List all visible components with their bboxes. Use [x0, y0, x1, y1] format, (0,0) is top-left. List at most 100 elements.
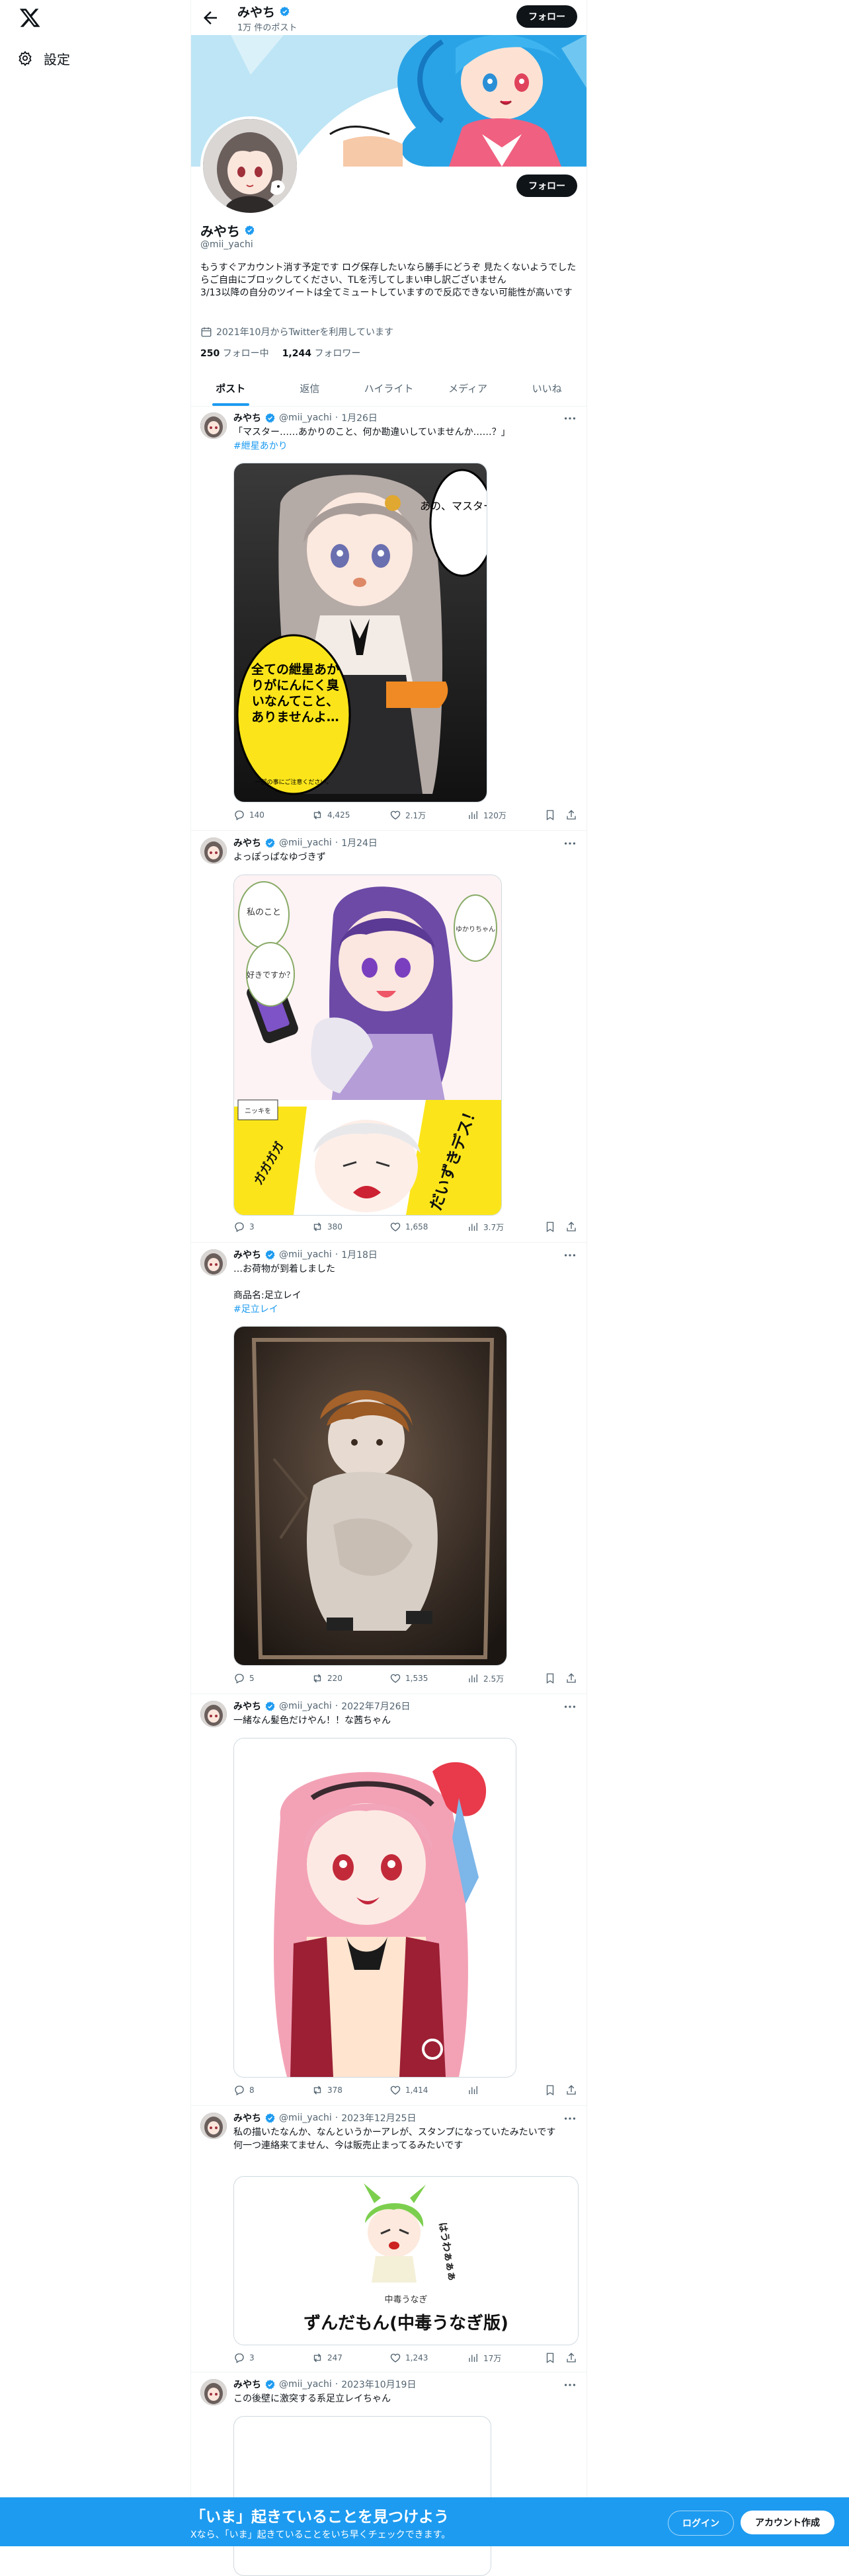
bookmark-button[interactable]	[544, 2084, 556, 2096]
reply-button[interactable]: 8	[233, 2084, 255, 2096]
tab-posts[interactable]: ポスト	[191, 370, 270, 406]
more-options-icon[interactable]	[563, 2111, 577, 2126]
share-button[interactable]	[565, 1221, 577, 1233]
tweet-avatar[interactable]	[200, 2379, 227, 2405]
tweet-image[interactable]	[233, 2416, 491, 2576]
retweet-button[interactable]: 380	[311, 1221, 343, 1233]
tab-likes[interactable]: いいね	[507, 370, 586, 406]
tweet-date[interactable]: 1月18日	[341, 1248, 378, 1261]
tweet-avatar[interactable]	[200, 412, 227, 439]
tweet-date[interactable]: 2023年12月25日	[341, 2111, 416, 2125]
tweet-date[interactable]: 2023年10月19日	[341, 2378, 416, 2391]
share-icon	[565, 1221, 577, 1233]
tweet-avatar[interactable]	[200, 838, 227, 864]
tweet-handle[interactable]: @mii_yachi	[279, 2379, 332, 2390]
retweet-button[interactable]: 220	[311, 1672, 343, 1684]
tweet-avatar[interactable]	[200, 1701, 227, 1727]
tweet-author-name[interactable]: みやち	[233, 411, 261, 424]
more-options-icon[interactable]	[563, 2378, 577, 2392]
tweet-date[interactable]: 1月24日	[341, 836, 378, 849]
retweet-button[interactable]: 4,425	[311, 809, 350, 821]
following-link[interactable]: 250 フォロー中	[200, 346, 269, 360]
tweet[interactable]: みやち @mii_yachi · 1月24日 よっぽっぱなゆづきず 私のこと 好…	[191, 831, 586, 1243]
signup-button[interactable]: アカウント作成	[741, 2511, 834, 2534]
reply-button[interactable]: 3	[233, 1221, 255, 1233]
more-options-icon[interactable]	[563, 836, 577, 851]
followers-link[interactable]: 1,244 フォロワー	[282, 346, 361, 360]
retweet-button[interactable]: 247	[311, 2352, 343, 2364]
reply-button[interactable]: 140	[233, 809, 264, 821]
reply-button[interactable]: 3	[233, 2352, 255, 2364]
reply-icon	[233, 1672, 245, 1684]
like-button[interactable]: 1,658	[389, 1221, 428, 1233]
tweet-author-name[interactable]: みやち	[233, 2111, 261, 2125]
tweet[interactable]: みやち @mii_yachi · 2023年12月25日 私の描いたなんか、なん…	[191, 2106, 586, 2372]
tweet-hashtag[interactable]: #紲星あかり	[233, 439, 288, 452]
card-title: ずんだもん(中毒うなぎ版)	[303, 2314, 508, 2333]
bookmark-button[interactable]	[544, 1221, 556, 1233]
tweet-date[interactable]: 1月26日	[341, 411, 378, 424]
profile-avatar[interactable]	[200, 116, 300, 215]
header-follow-button[interactable]: フォロー	[516, 5, 577, 28]
more-options-icon[interactable]	[563, 1248, 577, 1263]
tweet-author-name[interactable]: みやち	[233, 836, 261, 849]
bookmark-button[interactable]	[544, 809, 556, 821]
tweet-author-name[interactable]: みやち	[233, 1248, 261, 1261]
share-button[interactable]	[565, 2352, 577, 2364]
tweet-handle[interactable]: @mii_yachi	[279, 412, 332, 423]
heart-icon	[389, 1221, 401, 1233]
retweet-icon	[311, 2084, 323, 2096]
views-button[interactable]: 3.7万	[467, 1221, 504, 1233]
tweet-header: みやち @mii_yachi · 1月26日	[233, 411, 378, 424]
tweet-handle[interactable]: @mii_yachi	[279, 1701, 332, 1711]
tweet-hashtag[interactable]: #足立レイ	[233, 1302, 278, 1315]
nav-settings[interactable]: 設定	[17, 44, 70, 73]
tweet-image[interactable]	[233, 1326, 507, 1666]
tab-highlights[interactable]: ハイライト	[349, 370, 428, 406]
bookmark-button[interactable]	[544, 2352, 556, 2364]
like-button[interactable]: 1,414	[389, 2084, 428, 2096]
tab-media[interactable]: メディア	[428, 370, 508, 406]
caption-box: ニッキを	[245, 1107, 271, 1115]
profile-follow-button[interactable]: フォロー	[516, 175, 577, 197]
reply-button[interactable]: 5	[233, 1672, 255, 1684]
tweet[interactable]: みやち @mii_yachi · 2022年7月26日 一緒なん髪色だけやん！！…	[191, 1694, 586, 2106]
retweet-count: 378	[327, 2086, 343, 2095]
bookmark-button[interactable]	[544, 1672, 556, 1684]
tweet-separator: ·	[335, 412, 339, 423]
link-card[interactable]: はうわぁぁぁ 中毒うなぎ ずんだもん(中毒うなぎ版)	[233, 2176, 579, 2345]
tweet[interactable]: みやち @mii_yachi · 1月26日 「マスター……あかりのこと、何か勘…	[191, 406, 586, 831]
tab-replies[interactable]: 返信	[270, 370, 350, 406]
share-button[interactable]	[565, 809, 577, 821]
share-button[interactable]	[565, 1672, 577, 1684]
tweet-handle[interactable]: @mii_yachi	[279, 1249, 332, 1260]
tweet-handle[interactable]: @mii_yachi	[279, 838, 332, 848]
more-options-icon[interactable]	[563, 411, 577, 426]
like-button[interactable]: 1,243	[389, 2352, 428, 2364]
main-column: みやち 1万 件のポスト フォロー フォロー みやち @mii_yachi もう…	[190, 0, 587, 2576]
back-arrow-icon[interactable]	[200, 8, 220, 28]
gear-icon	[17, 50, 33, 66]
tweet-author-name[interactable]: みやち	[233, 2378, 261, 2391]
share-button[interactable]	[565, 2084, 577, 2096]
tweet-date[interactable]: 2022年7月26日	[341, 1699, 410, 1713]
x-logo-icon[interactable]	[19, 7, 41, 29]
tweet-avatar[interactable]	[200, 1249, 227, 1276]
tweet-image[interactable]: あの、マスター？ 全ての紲星あかりがにんにく臭いなんてこと、ありませんよ… 一部…	[233, 463, 487, 802]
login-button[interactable]: ログイン	[668, 2511, 734, 2536]
profile-joined-text: 2021年10月からTwitterを利用しています	[216, 327, 393, 338]
like-button[interactable]: 1,535	[389, 1672, 428, 1684]
like-button[interactable]: 2.1万	[389, 809, 426, 821]
more-options-icon[interactable]	[563, 1699, 577, 1714]
views-button[interactable]: 2.5万	[467, 1672, 504, 1684]
views-button[interactable]: 17万	[467, 2352, 501, 2364]
tweet-handle[interactable]: @mii_yachi	[279, 2113, 332, 2123]
views-button[interactable]	[467, 2084, 483, 2096]
tweet[interactable]: みやち @mii_yachi · 1月18日 …お荷物が到着しました 商品名:足…	[191, 1243, 586, 1694]
retweet-button[interactable]: 378	[311, 2084, 343, 2096]
tweet-author-name[interactable]: みやち	[233, 1699, 261, 1713]
tweet-avatar[interactable]	[200, 2113, 227, 2139]
tweet-image[interactable]: 私のこと 好きですか？ ゆかりちゃん だいずきデス！ ガガガガ ニッキを	[233, 875, 502, 1216]
views-button[interactable]: 120万	[467, 809, 506, 821]
tweet-image[interactable]	[233, 1738, 516, 2078]
